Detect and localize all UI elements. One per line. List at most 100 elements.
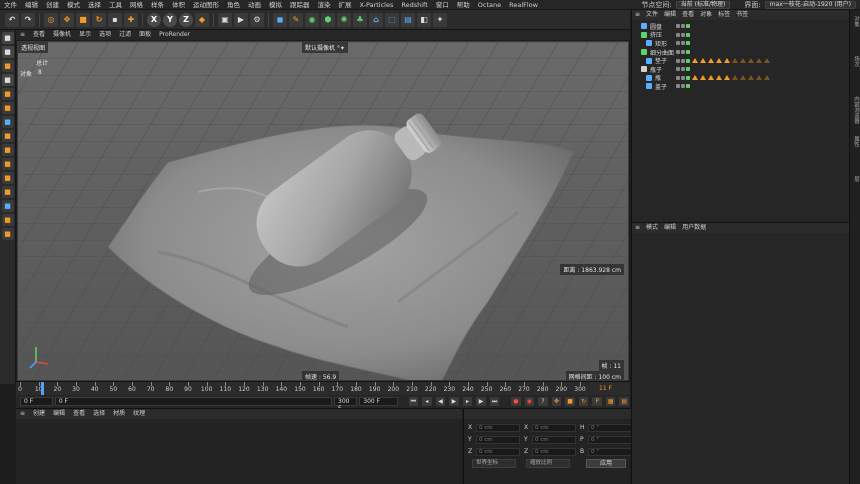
tag-icon[interactable]: [764, 75, 770, 81]
main-menu-item[interactable]: 渲染: [314, 0, 335, 10]
recent-tool-icon[interactable]: ▪: [108, 12, 122, 27]
main-menu-item[interactable]: 工具: [105, 0, 126, 10]
subdivision-icon[interactable]: ◉: [305, 12, 319, 27]
timeline[interactable]: 0 10 20 30 40 50 60 70 80 90 100 110 120 130 140 150 160…: [16, 381, 630, 396]
main-menu-item[interactable]: 体积: [168, 0, 189, 10]
render-picture-viewer-icon[interactable]: ▶: [234, 12, 248, 27]
main-menu-item[interactable]: 扩展: [335, 0, 356, 10]
deformer-icon[interactable]: ✺: [337, 12, 351, 27]
pen-icon[interactable]: ✎: [289, 12, 303, 27]
scale-mode-dropdown[interactable]: 缩放比例: [526, 459, 570, 468]
render-visibility-dot[interactable]: [681, 41, 685, 46]
editor-visibility-dot[interactable]: [676, 50, 680, 55]
viewport-menu-item[interactable]: 查看: [29, 30, 49, 40]
object-manager-menu-item[interactable]: 标签: [715, 10, 733, 20]
side-tab[interactable]: 对象: [851, 16, 860, 27]
side-tab[interactable]: 场次: [851, 56, 860, 67]
timeline-ruler[interactable]: 0 10 20 30 40 50 60 70 80 90 100 110 120 130 140 150 160…: [18, 382, 626, 396]
tag-icon[interactable]: [692, 58, 698, 64]
editor-visibility-dot[interactable]: [676, 67, 680, 72]
editor-visibility-dot[interactable]: [676, 32, 680, 37]
tag-icon[interactable]: [740, 75, 746, 81]
end-frame-field[interactable]: 300 F: [334, 397, 358, 412]
main-menu-item[interactable]: 编辑: [21, 0, 42, 10]
enable-check-icon[interactable]: [686, 75, 690, 80]
mode-tool-icon[interactable]: ■: [1, 116, 14, 128]
object-row[interactable]: 瓶: [632, 74, 850, 82]
tag-icon[interactable]: [716, 75, 722, 81]
main-menu-item[interactable]: Redshift: [397, 0, 431, 10]
viewport-menu-item[interactable]: 过滤: [115, 30, 135, 40]
material-menu-item[interactable]: 选择: [89, 409, 109, 419]
object-row[interactable]: 矩形: [632, 39, 850, 48]
main-menu-item[interactable]: 模拟: [265, 0, 286, 10]
main-menu-item[interactable]: 动画: [244, 0, 265, 10]
key-rotation-icon[interactable]: ↻: [578, 397, 589, 406]
visibility-toggles[interactable]: [676, 50, 690, 55]
tag-icon[interactable]: [764, 58, 770, 64]
viewport-menu-item[interactable]: 面板: [135, 30, 155, 40]
prev-frame-icon[interactable]: ◀: [435, 397, 446, 406]
coordinate-value-field[interactable]: 0 °: [588, 447, 632, 456]
material-menu-item[interactable]: 编辑: [49, 409, 69, 419]
render-visibility-dot[interactable]: [681, 50, 685, 55]
tag-icon[interactable]: [708, 58, 714, 64]
side-tab[interactable]: 属性: [851, 136, 860, 147]
main-menu-item[interactable]: 选择: [84, 0, 105, 10]
mode-tool-icon[interactable]: ■: [1, 200, 14, 212]
mode-tool-icon[interactable]: ■: [1, 88, 14, 100]
mode-tool-icon[interactable]: ■: [1, 186, 14, 198]
object-manager-menu-item[interactable]: 对象: [697, 10, 715, 20]
live-select-icon[interactable]: ◎: [44, 12, 58, 27]
main-menu-item[interactable]: 跟踪器: [286, 0, 314, 10]
sky-icon[interactable]: ▤: [401, 12, 415, 27]
coordinate-value-field[interactable]: 0 cm: [532, 423, 576, 432]
key-param-icon[interactable]: P: [592, 397, 602, 406]
mode-tool-icon[interactable]: ■: [1, 144, 14, 156]
mode-tool-icon[interactable]: ■: [1, 214, 14, 226]
preview-end-field[interactable]: 300 F: [359, 397, 398, 406]
timeline-window-icon[interactable]: ▤: [619, 397, 630, 406]
viewport-menu-item[interactable]: 显示: [75, 30, 95, 40]
tag-icon[interactable]: [716, 58, 722, 64]
coordinate-value-field[interactable]: 0 cm: [476, 447, 520, 456]
tag-icon[interactable]: [724, 58, 730, 64]
visibility-toggles[interactable]: [676, 24, 690, 29]
render-visibility-dot[interactable]: [681, 84, 685, 89]
editor-visibility-dot[interactable]: [676, 84, 680, 89]
next-key-icon[interactable]: ▶: [476, 397, 486, 406]
main-menu-item[interactable]: 样条: [147, 0, 168, 10]
x-axis-lock-button[interactable]: X: [147, 12, 161, 27]
light-icon[interactable]: ✦: [433, 12, 447, 27]
coordinate-value-field[interactable]: 0 °: [588, 435, 632, 444]
visibility-toggles[interactable]: [676, 67, 690, 72]
editor-visibility-dot[interactable]: [676, 41, 680, 46]
object-row[interactable]: 瓶子: [632, 65, 850, 74]
object-row[interactable]: 挤压: [632, 31, 850, 39]
tag-icon[interactable]: [732, 75, 738, 81]
tag-icon[interactable]: [740, 58, 746, 64]
visibility-toggles[interactable]: [676, 41, 690, 46]
viewport[interactable]: 透视视图 默认摄像机 °✦ 总计 对象 8 距离 : 1863.928 cm 帧…: [17, 41, 629, 381]
mode-tool-icon[interactable]: ■: [1, 60, 14, 72]
rotate-tool-icon[interactable]: ↻: [92, 12, 106, 27]
viewport-menu-item[interactable]: ProRender: [155, 30, 194, 40]
goto-start-icon[interactable]: ⏮: [408, 397, 419, 406]
mode-tool-icon[interactable]: ■: [1, 102, 14, 114]
main-menu-item[interactable]: Octane: [474, 0, 505, 10]
tag-icon[interactable]: [700, 58, 706, 64]
timeline-playhead[interactable]: [40, 382, 44, 396]
tag-icon[interactable]: [756, 75, 762, 81]
tag-icon[interactable]: [756, 58, 762, 64]
scale-tool-icon[interactable]: ■: [76, 12, 90, 27]
editor-visibility-dot[interactable]: [676, 24, 680, 29]
main-menu-item[interactable]: 帮助: [453, 0, 474, 10]
coordinate-value-field[interactable]: 0 °: [588, 423, 632, 432]
play-icon[interactable]: ▶: [449, 397, 459, 406]
mode-tool-icon[interactable]: ■: [1, 130, 14, 142]
main-menu-item[interactable]: 创建: [42, 0, 63, 10]
tag-icon[interactable]: [724, 75, 730, 81]
object-row[interactable]: 细分曲面: [632, 48, 850, 57]
viewport-menu-item[interactable]: 摄像机: [49, 30, 75, 40]
coordinate-value-field[interactable]: 0 cm: [532, 447, 576, 456]
